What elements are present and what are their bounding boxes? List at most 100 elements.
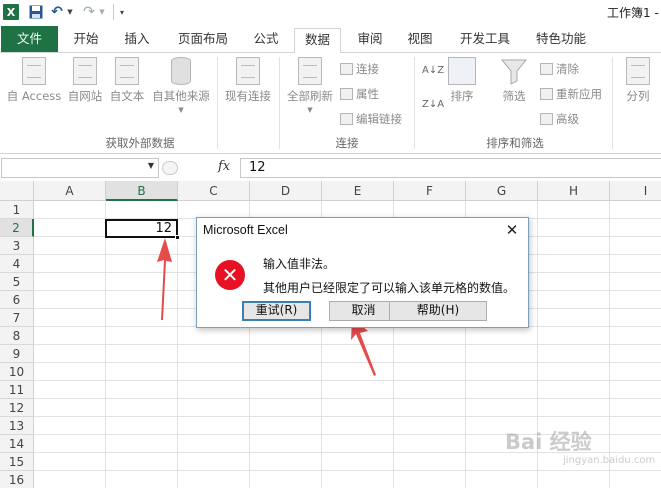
- row-header[interactable]: 12: [0, 399, 34, 417]
- gridline: [34, 470, 661, 471]
- toolbar-separator: [113, 4, 114, 20]
- sort-button[interactable]: 排序: [446, 57, 478, 104]
- tab-view[interactable]: 视图: [400, 28, 440, 53]
- row-header[interactable]: 1: [0, 201, 34, 219]
- reapply-button[interactable]: 重新应用: [540, 86, 602, 102]
- select-all-corner[interactable]: [0, 181, 34, 201]
- tab-special-features[interactable]: 特色功能: [528, 28, 594, 53]
- tab-formulas[interactable]: 公式: [246, 28, 286, 53]
- column-header-a[interactable]: A: [34, 181, 106, 201]
- column-header-e[interactable]: E: [322, 181, 394, 201]
- active-cell-b2[interactable]: 12: [105, 219, 178, 238]
- tab-data[interactable]: 数据: [294, 28, 341, 54]
- filter-button[interactable]: 筛选: [496, 57, 532, 104]
- gridline: [34, 380, 661, 381]
- column-header-d[interactable]: D: [250, 181, 322, 201]
- column-header-h[interactable]: H: [538, 181, 610, 201]
- connections-button[interactable]: 连接: [340, 61, 379, 77]
- dialog-message-2: 其他用户已经限定了可以输入该单元格的数值。: [263, 281, 516, 295]
- name-box-dropdown-icon[interactable]: ▼: [148, 161, 154, 170]
- access-icon: [22, 57, 46, 85]
- error-icon: ✕: [215, 260, 245, 290]
- fill-handle[interactable]: [175, 235, 180, 240]
- row-header[interactable]: 9: [0, 345, 34, 363]
- row-header[interactable]: 16: [0, 471, 34, 488]
- clear-button[interactable]: 清除: [540, 61, 579, 77]
- text-file-icon: [115, 57, 139, 85]
- save-icon[interactable]: [29, 4, 43, 20]
- ribbon-data: 自 Access 自网站 自文本 自其他来源 ▼ 现有连接 获取外部数据 全部刷…: [0, 53, 661, 154]
- formula-bar-grip[interactable]: [162, 161, 178, 175]
- undo-icon[interactable]: ↶: [50, 4, 64, 20]
- from-web-button[interactable]: 自网站: [64, 57, 106, 104]
- sort-az-button[interactable]: A↓Z: [422, 65, 444, 76]
- formula-input[interactable]: 12: [240, 158, 661, 178]
- window-title: 工作簿1 -: [607, 6, 659, 20]
- edit-links-button[interactable]: 编辑链接: [340, 111, 402, 127]
- from-text-button[interactable]: 自文本: [106, 57, 148, 104]
- text-to-columns-button[interactable]: 分列: [618, 57, 658, 104]
- row-header[interactable]: 15: [0, 453, 34, 471]
- refresh-all-button[interactable]: 全部刷新 ▼: [284, 57, 336, 114]
- row-header[interactable]: 10: [0, 363, 34, 381]
- name-box[interactable]: ▼: [1, 158, 159, 178]
- column-header-c[interactable]: C: [178, 181, 250, 201]
- error-dialog: Microsoft Excel ✕ ✕ 输入值非法。 其他用户已经限定了可以输入…: [196, 217, 529, 328]
- retry-button[interactable]: 重试(R): [242, 301, 311, 321]
- sort-icon: [448, 57, 476, 85]
- cancel-button[interactable]: 取消: [329, 301, 398, 321]
- properties-button[interactable]: 属性: [340, 86, 379, 102]
- help-button[interactable]: 帮助(H): [389, 301, 487, 321]
- row-header[interactable]: 13: [0, 417, 34, 435]
- excel-logo-icon[interactable]: X: [3, 4, 19, 20]
- gridline: [34, 416, 661, 417]
- tab-page-layout[interactable]: 页面布局: [170, 28, 236, 53]
- tab-file[interactable]: 文件: [1, 26, 58, 52]
- row-header[interactable]: 4: [0, 255, 34, 273]
- web-icon: [73, 57, 97, 85]
- row-header[interactable]: 11: [0, 381, 34, 399]
- link-icon: [340, 113, 353, 125]
- row-header[interactable]: 2: [0, 219, 34, 237]
- row-header[interactable]: 8: [0, 327, 34, 345]
- row-header[interactable]: 6: [0, 291, 34, 309]
- redo-dropdown-icon[interactable]: ▼: [98, 4, 106, 20]
- tab-developer[interactable]: 开发工具: [452, 28, 518, 53]
- row-header[interactable]: 3: [0, 237, 34, 255]
- sort-za-button[interactable]: Z↓A: [422, 99, 444, 110]
- customize-toolbar-icon[interactable]: ▾: [117, 4, 127, 20]
- connections-icon: [236, 57, 260, 85]
- tab-insert[interactable]: 插入: [115, 28, 159, 53]
- column-header-f[interactable]: F: [394, 181, 466, 201]
- from-access-button[interactable]: 自 Access: [4, 57, 64, 104]
- row-header[interactable]: 7: [0, 309, 34, 327]
- group-label-connections: 连接: [335, 136, 359, 150]
- gridline: [34, 344, 661, 345]
- close-icon[interactable]: ✕: [502, 220, 522, 240]
- group-separator: [612, 57, 613, 149]
- watermark: Bai 经验: [505, 430, 592, 454]
- tab-review[interactable]: 审阅: [349, 28, 391, 53]
- column-header-b[interactable]: B: [106, 181, 178, 201]
- existing-connections-button[interactable]: 现有连接: [220, 57, 276, 104]
- title-bar: X ↶ ▼ ↷ ▼ ▾ 工作簿1 -: [0, 0, 661, 24]
- filter-icon: [500, 59, 528, 85]
- database-icon: [171, 57, 191, 85]
- connections-small-icon: [340, 63, 353, 75]
- group-label-get-external: 获取外部数据: [105, 136, 175, 150]
- insert-function-icon[interactable]: fx: [218, 159, 230, 174]
- clear-filter-icon: [540, 63, 553, 75]
- dropdown-arrow-icon: ▼: [178, 106, 184, 114]
- row-header[interactable]: 14: [0, 435, 34, 453]
- row-header[interactable]: 5: [0, 273, 34, 291]
- advanced-button[interactable]: 高级: [540, 111, 579, 127]
- dropdown-arrow-icon: ▼: [307, 106, 313, 114]
- undo-dropdown-icon[interactable]: ▼: [66, 4, 74, 20]
- tab-home[interactable]: 开始: [64, 28, 108, 53]
- redo-icon[interactable]: ↷: [82, 4, 96, 20]
- dialog-title: Microsoft Excel: [203, 223, 288, 237]
- column-header-g[interactable]: G: [466, 181, 538, 201]
- advanced-filter-icon: [540, 113, 553, 125]
- column-header-i[interactable]: I: [610, 181, 661, 201]
- from-other-sources-button[interactable]: 自其他来源 ▼: [149, 57, 213, 114]
